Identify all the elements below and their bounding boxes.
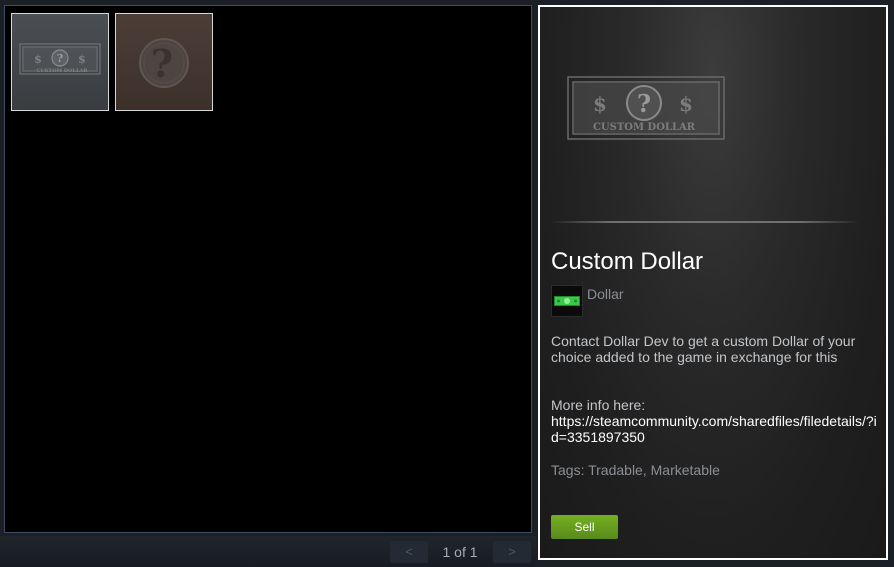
item-detail-panel: ? $ $ CUSTOM DOLLAR Custom Dollar Dollar…: [538, 5, 888, 560]
more-info-link[interactable]: https://steamcommunity.com/sharedfiles/f…: [551, 413, 881, 445]
item-title: Custom Dollar: [551, 248, 704, 275]
item-tags: Tags: Tradable, Marketable: [551, 462, 720, 478]
inventory-item-custom-dollar[interactable]: ? $ $ CUSTOM DOLLAR: [11, 13, 109, 111]
inventory-pager: < 1 of 1 >: [0, 536, 536, 567]
game-name[interactable]: Dollar: [587, 286, 624, 302]
svg-text:?: ?: [637, 89, 651, 118]
green-dollar-bill-icon: [554, 296, 580, 306]
tags-values: Tradable, Marketable: [588, 462, 720, 478]
question-coin-icon: ?: [139, 38, 189, 88]
previous-page-button[interactable]: <: [390, 541, 428, 563]
next-page-button[interactable]: >: [493, 541, 531, 563]
svg-text:$: $: [679, 92, 693, 116]
page-indicator: 1 of 1: [442, 544, 478, 560]
item-large-image: ? $ $ CUSTOM DOLLAR: [567, 76, 725, 140]
item-description: Contact Dollar Dev to get a custom Dolla…: [551, 333, 856, 365]
game-icon[interactable]: [551, 285, 583, 317]
svg-text:?: ?: [151, 41, 173, 86]
tags-label: Tags:: [551, 462, 585, 478]
svg-text:CUSTOM DOLLAR: CUSTOM DOLLAR: [36, 68, 88, 74]
svg-text:$: $: [78, 53, 86, 66]
more-info-label: More info here:: [551, 397, 646, 413]
svg-text:$: $: [34, 53, 42, 66]
sell-button[interactable]: Sell: [551, 515, 618, 539]
svg-text:CUSTOM DOLLAR: CUSTOM DOLLAR: [593, 122, 696, 133]
divider: [550, 221, 860, 223]
svg-text:$: $: [593, 92, 607, 116]
inventory-grid: ? $ $ CUSTOM DOLLAR ?: [4, 5, 532, 533]
inventory-item-unknown-coin[interactable]: ?: [115, 13, 213, 111]
svg-text:?: ?: [57, 52, 63, 65]
dollar-bill-icon: ? $ $ CUSTOM DOLLAR: [19, 43, 101, 75]
